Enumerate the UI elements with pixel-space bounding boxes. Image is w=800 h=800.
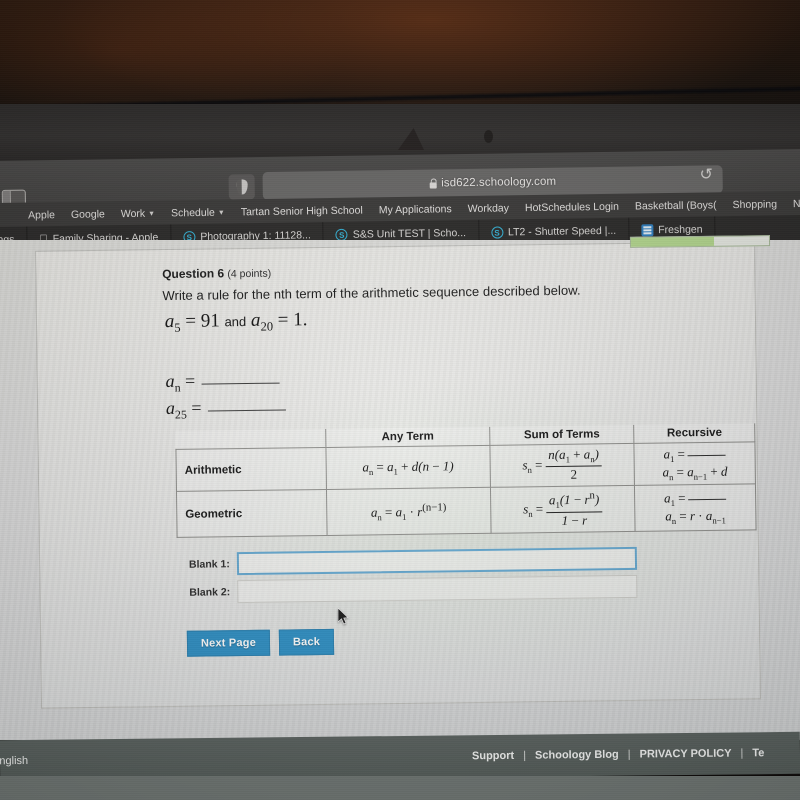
next-page-button[interactable]: Next Page: [186, 629, 271, 657]
answer-line-a25: a25 =: [166, 396, 286, 422]
blank-1-label: Blank 1:: [188, 557, 230, 571]
bookmark-work[interactable]: Work ▼: [121, 208, 156, 220]
webcam-icon: [484, 130, 493, 143]
footer-separator: |: [523, 749, 527, 762]
footer-language[interactable]: English: [0, 755, 28, 767]
bookmark-apple[interactable]: Apple: [28, 209, 55, 221]
laptop-bezel-backdrop: [0, 0, 800, 112]
cell-geometric-recursive: a1 = an = r · an−1: [634, 484, 757, 532]
question-header: Question 6 (4 points): [162, 266, 271, 281]
table-header-recursive: Recursive: [634, 423, 755, 444]
footer-bottom-strip: [0, 776, 800, 800]
navigation-buttons: Next Page Back: [186, 628, 335, 657]
footer-separator: |: [627, 748, 631, 761]
footer-links: Support | Schoology Blog | PRIVACY POLIC…: [472, 747, 765, 762]
cell-geometric-sum: sn = a1(1 − rn) 1 − r: [490, 485, 636, 534]
table-row: Arithmetic an = a1 + d(n − 1) sn = n(a1 +…: [175, 441, 756, 492]
row-label-arithmetic: Arithmetic: [175, 447, 327, 492]
shield-privacy-icon[interactable]: [228, 174, 255, 200]
lock-icon: [429, 181, 437, 189]
given-term-2: a20 = 1: [250, 309, 303, 334]
bookmark-hotschedules-login[interactable]: HotSchedules Login: [525, 201, 619, 214]
cell-arithmetic-sum: sn = n(a1 + an) 2: [489, 443, 635, 488]
table-header-any-term: Any Term: [325, 426, 490, 448]
bookmark-netgear-gateway[interactable]: NETGEAR Gateway: [793, 197, 800, 210]
table-header-blank: [175, 428, 326, 450]
bookmark-basketball[interactable]: Basketball (Boys(: [635, 199, 717, 212]
bookmark-tartan-senior-high-school[interactable]: Tartan Senior High School: [241, 205, 363, 219]
chevron-down-icon: ▼: [148, 210, 156, 218]
given-period: .: [302, 309, 308, 331]
mouse-cursor: [338, 608, 349, 625]
bookmark-google[interactable]: Google: [71, 208, 105, 221]
cell-geometric-any-term: an = a1 · r(n−1): [326, 487, 491, 536]
question-points: (4 points): [227, 267, 272, 281]
given-term-1: a5 = 91: [164, 310, 220, 335]
table-row: Geometric an = a1 · r(n−1) sn = a1(1 − rn…: [176, 484, 757, 538]
given-conjunction: and: [224, 313, 247, 330]
blank-2-label: Blank 2:: [189, 585, 231, 599]
back-button[interactable]: Back: [278, 628, 335, 656]
bookmark-schedule[interactable]: Schedule ▼: [171, 207, 225, 220]
schoology-icon: S: [490, 226, 504, 239]
answer-blank-rule: [207, 409, 286, 412]
cell-arithmetic-recursive: a1 = an = an−1 + d: [634, 441, 756, 486]
page-footer: English Support | Schoology Blog | PRIVA…: [0, 731, 800, 783]
screenshot-root: isd622.schoology.com ↻ Apple Google Work…: [0, 0, 800, 800]
quiz-content-layer: Question 6 (4 points) Write a rule for t…: [0, 240, 800, 740]
url-text: isd622.schoology.com: [441, 175, 557, 190]
answer-blank-rule: [201, 382, 280, 385]
blank-1-row: Blank 1:: [188, 546, 638, 576]
footer-link-support[interactable]: Support: [472, 750, 514, 762]
question-number: Question 6: [162, 266, 225, 282]
bookmark-shopping[interactable]: Shopping: [733, 198, 778, 211]
footer-link-schoology-blog[interactable]: Schoology Blog: [535, 749, 619, 762]
chevron-down-icon: ▼: [217, 209, 225, 217]
footer-separator: |: [740, 747, 744, 760]
question-prompt: Write a rule for the nth term of the ari…: [162, 282, 581, 304]
footer-link-privacy-policy[interactable]: PRIVACY POLICY: [640, 748, 732, 761]
blank-2-row: Blank 2:: [189, 574, 638, 604]
table-header-sum-of-terms: Sum of Terms: [489, 424, 635, 446]
document-icon: [641, 224, 654, 237]
reload-icon[interactable]: ↻: [699, 164, 713, 184]
bookmark-workday[interactable]: Workday: [468, 202, 509, 215]
answer-line-an: an =: [165, 370, 280, 396]
question-given-values: a5 = 91 and a20 = 1.: [165, 309, 308, 336]
blank-2-input[interactable]: [237, 574, 638, 604]
bookmark-my-applications[interactable]: My Applications: [379, 203, 452, 216]
formula-reference-table: Any Term Sum of Terms Recursive Arithmet…: [175, 423, 757, 539]
blank-1-input[interactable]: [236, 546, 638, 576]
row-label-geometric: Geometric: [176, 489, 328, 538]
footer-link-terms[interactable]: Te: [752, 747, 764, 759]
cell-arithmetic-any-term: an = a1 + d(n − 1): [325, 445, 491, 490]
